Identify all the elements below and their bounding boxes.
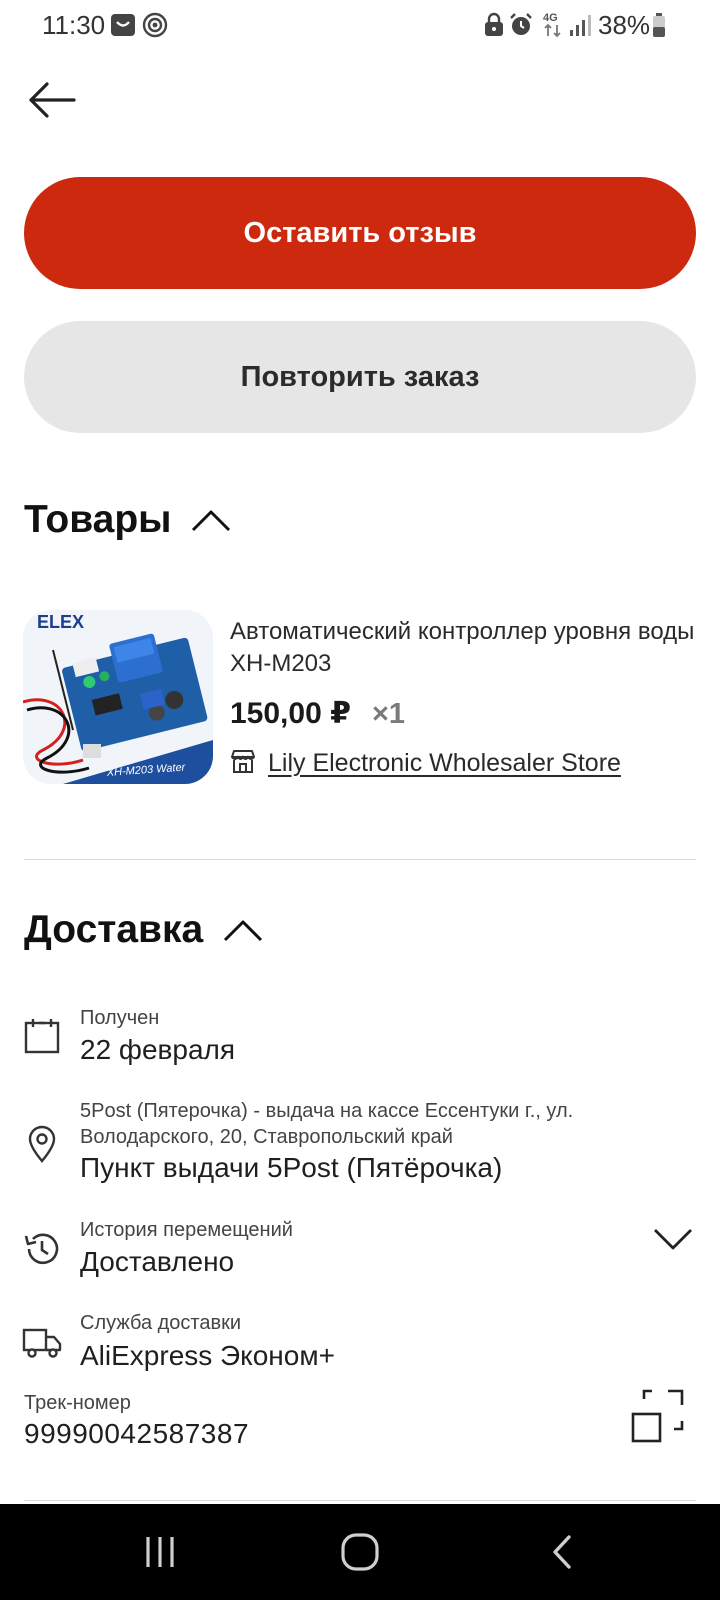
repeat-order-button[interactable]: Повторить заказ — [24, 321, 696, 433]
back-button[interactable] — [24, 72, 80, 128]
delivery-section-title: Доставка — [24, 908, 204, 951]
received-label: Получен — [80, 1007, 160, 1029]
expand-history-button[interactable] — [652, 1226, 694, 1257]
pickup-address-line2: Володарского, 20, Ставропольский край — [80, 1126, 453, 1148]
system-back-button[interactable] — [512, 1504, 612, 1600]
chevron-down-icon — [654, 1229, 692, 1250]
home-icon — [341, 1533, 379, 1571]
product-image[interactable]: ELEX XH-M203 Water — [23, 610, 213, 784]
status-bar: 11:30 4G 38% — [0, 0, 720, 52]
copy-tracking-button[interactable] — [630, 1388, 686, 1444]
delivery-section-header[interactable]: Доставка — [24, 908, 265, 952]
history-label: История перемещений — [80, 1219, 293, 1241]
goods-section-title: Товары — [24, 498, 172, 541]
goods-section-header[interactable]: Товары — [24, 498, 233, 542]
store-link[interactable]: Lily Electronic Wholesaler Store — [230, 748, 621, 779]
calendar-icon — [22, 1016, 62, 1056]
history-status: Доставлено — [80, 1246, 235, 1277]
product-price: 150,00 ₽ — [230, 697, 351, 730]
network-type-text: 4G — [543, 12, 558, 24]
store-icon — [230, 748, 256, 779]
divider — [24, 859, 696, 860]
recent-apps-icon — [146, 1537, 174, 1567]
4g-icon: 4G — [542, 10, 564, 43]
truck-icon — [22, 1322, 62, 1362]
divider — [24, 1500, 696, 1501]
status-time: 11:30 — [42, 10, 106, 40]
pickup-point-name: Пункт выдачи 5Post (Пятёрочка) — [80, 1152, 503, 1183]
arrow-left-icon — [29, 82, 76, 118]
tracking-label: Трек-номер — [24, 1392, 131, 1414]
order-details-screen: 11:30 4G 38% Оставить отзыв Повторить за — [0, 0, 720, 1600]
image-brand-text: ELEX — [37, 612, 84, 632]
chevron-up-icon — [189, 506, 233, 534]
alarm-icon — [508, 12, 534, 43]
back-icon — [553, 1535, 571, 1569]
system-nav-bar — [0, 1504, 720, 1600]
tracking-number[interactable]: 99990042587387 — [24, 1418, 249, 1450]
received-date: 22 февраля — [80, 1034, 236, 1065]
battery-icon — [652, 12, 666, 43]
battery-percent: 38% — [598, 10, 651, 40]
target-icon — [142, 12, 168, 43]
service-label: Служба доставки — [80, 1312, 242, 1334]
service-name: AliExpress Эконом+ — [80, 1340, 335, 1371]
store-name[interactable]: Lily Electronic Wholesaler Store — [268, 749, 621, 778]
lock-icon — [482, 12, 506, 43]
recent-apps-button[interactable] — [110, 1504, 210, 1600]
leave-review-button[interactable]: Оставить отзыв — [24, 177, 696, 289]
home-button[interactable] — [310, 1504, 410, 1600]
pickup-address-line1: 5Post (Пятерочка) - выдача на кассе Ессе… — [80, 1100, 574, 1122]
chevron-up-icon — [221, 916, 265, 944]
copy-icon — [631, 1389, 684, 1443]
product-name[interactable]: Автоматический контроллер уровня воды XH… — [230, 616, 710, 680]
signal-icon — [568, 12, 594, 43]
location-pin-icon — [22, 1124, 62, 1164]
product-quantity: ×1 — [372, 698, 406, 730]
history-icon — [22, 1229, 62, 1269]
message-icon — [110, 12, 136, 43]
